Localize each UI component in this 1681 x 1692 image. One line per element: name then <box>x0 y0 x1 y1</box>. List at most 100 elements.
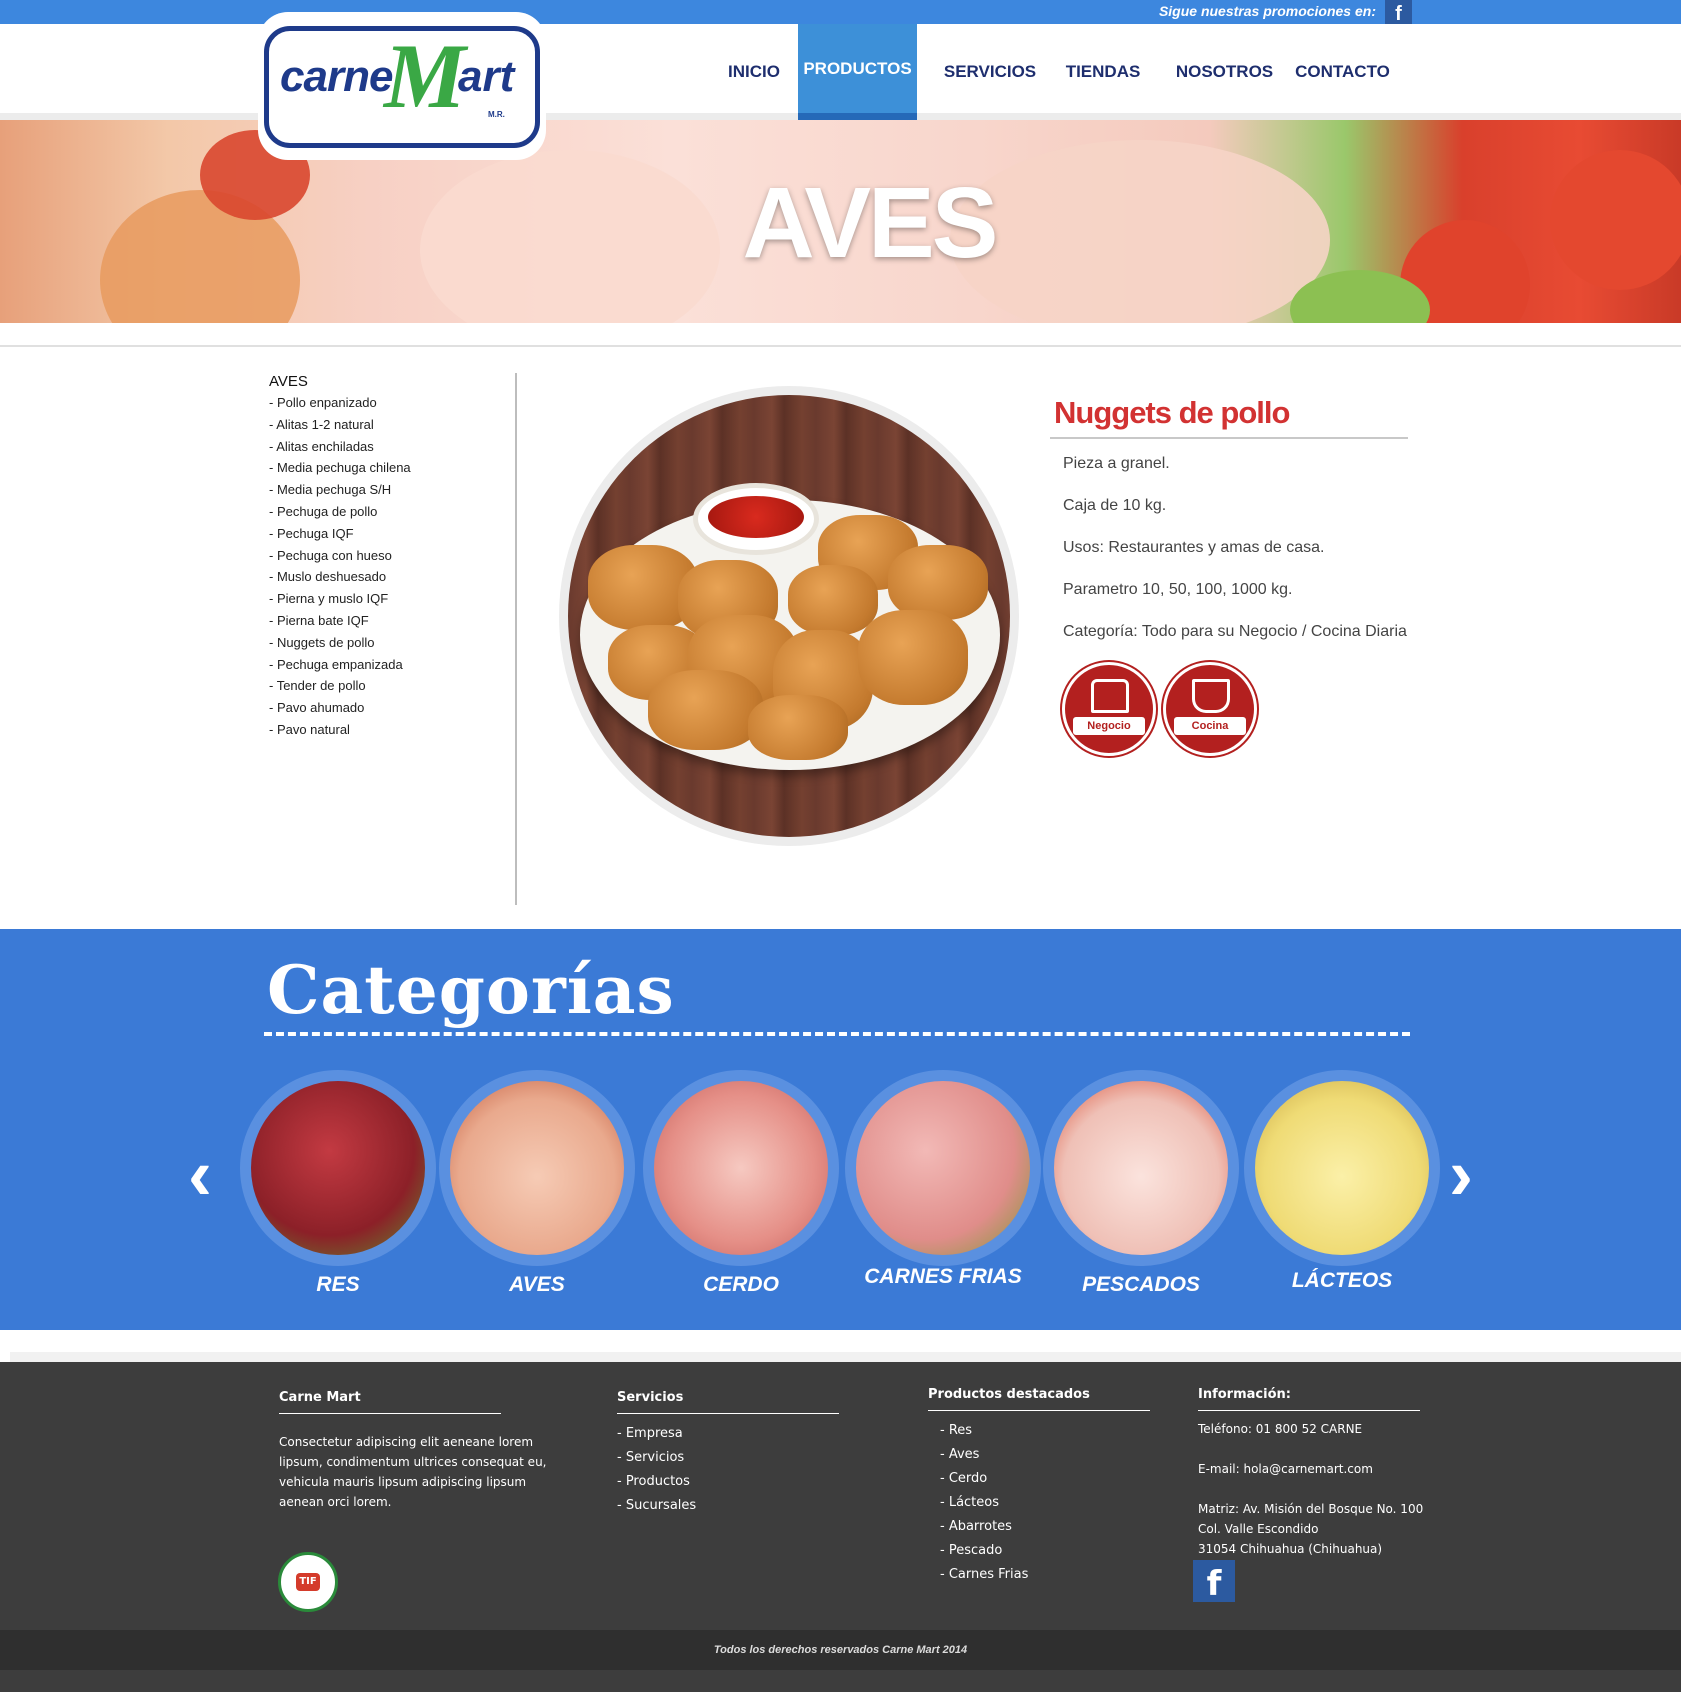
nugget <box>858 610 968 705</box>
footer-gap <box>10 1352 1681 1362</box>
category-name: CARNES FRIAS <box>864 1265 1022 1288</box>
footer-link[interactable]: - Carnes Frias <box>940 1563 1150 1587</box>
footer-link[interactable]: - Aves <box>940 1443 1150 1467</box>
footer-phone: Teléfono: 01 800 52 CARNE <box>1198 1422 1363 1436</box>
sauce-bowl <box>693 483 819 555</box>
hero-title: AVES <box>742 167 999 279</box>
category-pescados[interactable]: PESCADOS <box>1043 1070 1239 1295</box>
sidebar-item[interactable]: - Muslo deshuesado <box>269 566 509 588</box>
footer-link[interactable]: - Pescado <box>940 1539 1150 1563</box>
footer-link[interactable]: - Servicios <box>617 1446 839 1470</box>
sidebar-title: AVES <box>269 373 308 390</box>
category-res[interactable]: RES <box>240 1070 436 1295</box>
category-name: CERDO <box>703 1273 779 1296</box>
footer-link[interactable]: - Abarrotes <box>940 1515 1150 1539</box>
nugget <box>888 545 988 620</box>
tif-seal: TIF <box>278 1552 338 1612</box>
category-cerdo[interactable]: CERDO <box>643 1070 839 1295</box>
pescados-image <box>1054 1081 1228 1255</box>
footer-link[interactable]: - Res <box>940 1419 1150 1443</box>
category-name: RES <box>316 1273 360 1296</box>
footer-link[interactable]: - Cerdo <box>940 1467 1150 1491</box>
footer-link[interactable]: - Sucursales <box>617 1494 839 1518</box>
product-detail: Parametro 10, 50, 100, 1000 kg. <box>1063 581 1293 598</box>
footer-address-line: Matriz: Av. Misión del Bosque No. 100 <box>1198 1502 1424 1516</box>
footer-featured-title: Productos destacados <box>928 1387 1150 1411</box>
nav-contacto[interactable]: CONTACTO <box>1290 24 1395 120</box>
section-divider <box>0 345 1681 347</box>
footer-link[interactable]: - Empresa <box>617 1422 839 1446</box>
sidebar-item[interactable]: - Pechuga IQF <box>269 523 509 545</box>
categories-section: Categorías ‹ › RES AVES CERDO CARNES FRI… <box>0 929 1681 1330</box>
nav-servicios[interactable]: SERVICIOS <box>935 24 1045 120</box>
footer-about-title: Carne Mart <box>279 1390 501 1414</box>
category-lacteos[interactable]: LÁCTEOS <box>1244 1070 1440 1291</box>
sidebar-item[interactable]: - Pollo enpanizado <box>269 392 509 414</box>
sidebar-item[interactable]: - Nuggets de pollo <box>269 632 509 654</box>
sidebar-item[interactable]: - Alitas 1-2 natural <box>269 414 509 436</box>
sidebar-item[interactable]: - Pavo natural <box>269 719 509 741</box>
facebook-icon[interactable]: f <box>1193 1560 1235 1604</box>
sidebar-item[interactable]: - Alitas enchiladas <box>269 436 509 458</box>
dashed-divider <box>264 1032 1410 1036</box>
product-title: Nuggets de pollo <box>1050 395 1408 439</box>
product-sidebar: AVES - Pollo enpanizado - Alitas 1-2 nat… <box>269 373 509 741</box>
product-detail: Caja de 10 kg. <box>1063 497 1167 514</box>
copyright: Todos los derechos reservados Carne Mart… <box>0 1630 1681 1670</box>
sauce <box>708 496 804 538</box>
sidebar-divider <box>515 373 517 905</box>
sidebar-item[interactable]: - Pierna y muslo IQF <box>269 588 509 610</box>
footer-link[interactable]: - Lácteos <box>940 1491 1150 1515</box>
category-ring <box>845 1070 1041 1266</box>
categories-title: Categorías <box>267 951 675 1029</box>
cooking-pot-icon <box>1192 679 1230 713</box>
carousel-prev-icon[interactable]: ‹ <box>188 1139 212 1211</box>
category-carnes-frias[interactable]: CARNES FRIAS <box>845 1070 1041 1287</box>
product-detail: Usos: Restaurantes y amas de casa. <box>1063 539 1325 556</box>
footer-about-text: Consectetur adipiscing elit aeneane lore… <box>279 1435 547 1509</box>
negocio-badge[interactable]: Negocio <box>1062 662 1156 756</box>
badge-label: Cocina <box>1174 717 1246 735</box>
sidebar-item[interactable]: - Pechuga con hueso <box>269 545 509 567</box>
sidebar-item[interactable]: - Pierna bate IQF <box>269 610 509 632</box>
sidebar-item[interactable]: - Tender de pollo <box>269 675 509 697</box>
nav-productos[interactable]: PRODUCTOS <box>798 24 917 120</box>
wood-background <box>568 395 1010 837</box>
footer-email[interactable]: E-mail: hola@carnemart.com <box>1198 1459 1423 1479</box>
aves-image <box>450 1081 624 1255</box>
chef-hat-icon <box>1091 679 1129 713</box>
facebook-icon[interactable]: f <box>1385 0 1412 25</box>
category-name: PESCADOS <box>1082 1273 1200 1296</box>
tif-seal-label: TIF <box>296 1573 320 1591</box>
top-bar: Sigue nuestras promociones en: f <box>0 0 1681 25</box>
sidebar-item[interactable]: - Pavo ahumado <box>269 697 509 719</box>
footer-address-line: 31054 Chihuahua (Chihuahua) <box>1198 1542 1383 1556</box>
carnemart-logo[interactable]: carne M art M.R. <box>258 12 546 160</box>
cerdo-image <box>654 1081 828 1255</box>
footer-services: Servicios - Empresa - Servicios - Produc… <box>617 1390 839 1518</box>
sidebar-item[interactable]: - Pechuga empanizada <box>269 654 509 676</box>
footer-info: Información: Teléfono: 01 800 52 CARNE E… <box>1198 1387 1423 1559</box>
product-info: Nuggets de pollo Pieza a granel. Caja de… <box>1050 395 1408 641</box>
nav-inicio[interactable]: INICIO <box>718 24 790 120</box>
badge-label: Negocio <box>1073 717 1145 735</box>
category-aves[interactable]: AVES <box>439 1070 635 1295</box>
product-image <box>559 386 1019 846</box>
category-ring <box>1043 1070 1239 1266</box>
nugget <box>648 670 763 750</box>
sidebar-item[interactable]: - Media pechuga S/H <box>269 479 509 501</box>
footer-address-line: Col. Valle Escondido <box>1198 1522 1319 1536</box>
footer-link[interactable]: - Productos <box>617 1470 839 1494</box>
logo-m: M <box>384 25 466 127</box>
product-detail: Pieza a granel. <box>1063 455 1170 472</box>
category-ring <box>643 1070 839 1266</box>
logo-mr: M.R. <box>488 110 505 119</box>
carousel-next-icon[interactable]: › <box>1449 1139 1473 1211</box>
sidebar-item[interactable]: - Pechuga de pollo <box>269 501 509 523</box>
cocina-badge[interactable]: Cocina <box>1163 662 1257 756</box>
nav-tiendas[interactable]: TIENDAS <box>1058 24 1148 120</box>
nav-nosotros[interactable]: NOSOTROS <box>1172 24 1277 120</box>
hero-banner: AVES <box>0 120 1681 323</box>
sidebar-item[interactable]: - Media pechuga chilena <box>269 457 509 479</box>
category-name: LÁCTEOS <box>1291 1269 1393 1292</box>
